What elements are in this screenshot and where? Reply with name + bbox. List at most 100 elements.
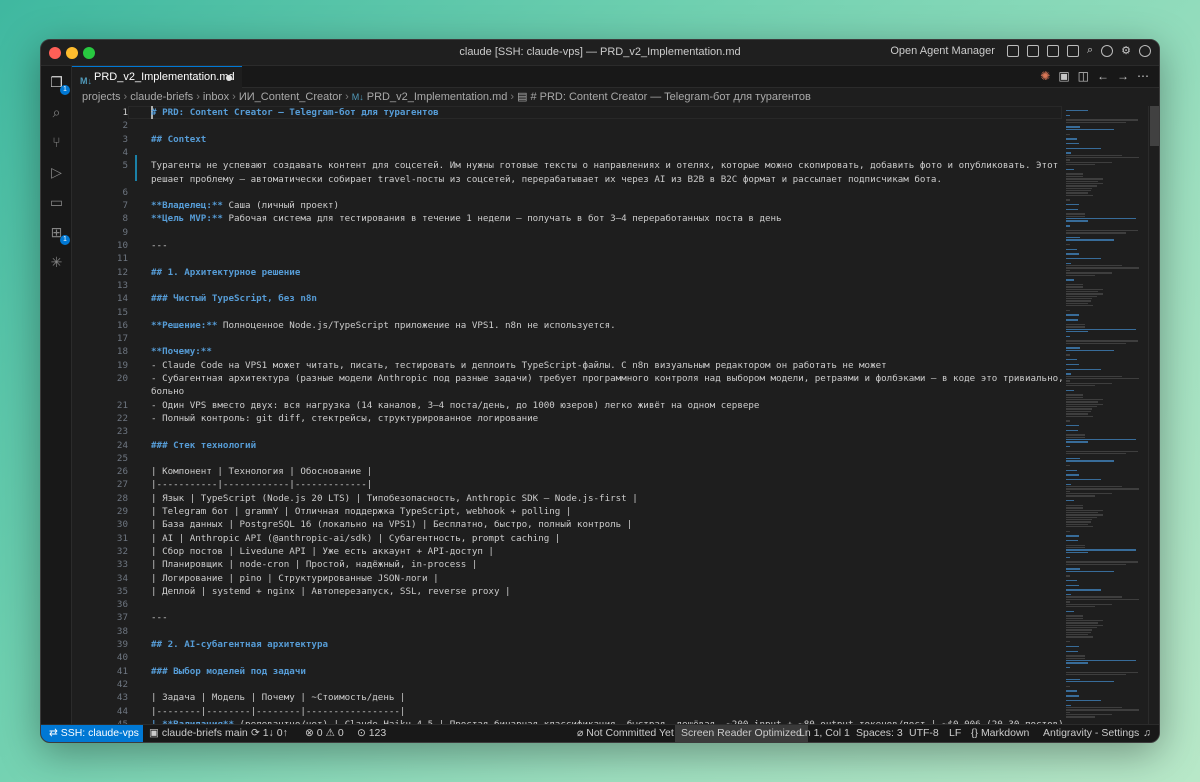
scrollbar-thumb[interactable] bbox=[1150, 106, 1159, 146]
line-number: 14 bbox=[116, 293, 128, 305]
breadcrumb-item[interactable]: claude-briefs bbox=[130, 91, 193, 103]
code-line[interactable] bbox=[151, 252, 1062, 265]
breadcrumb-item[interactable]: PRD_v2_Implementation.md bbox=[367, 91, 508, 103]
code-line[interactable]: ### Стек технологий bbox=[151, 439, 1062, 452]
gear-icon[interactable]: ⚙ bbox=[1121, 44, 1131, 57]
code-line[interactable]: | Telegram бот | grammY | Отличная подде… bbox=[151, 505, 1062, 518]
code-line[interactable]: ## 2. AI-субагентная архитектура bbox=[151, 638, 1062, 651]
account-icon[interactable] bbox=[1101, 44, 1114, 57]
code-line[interactable] bbox=[151, 119, 1062, 132]
minimap-line bbox=[1066, 286, 1083, 288]
code-line[interactable]: |-----------|------------|-------------| bbox=[151, 478, 1062, 491]
indentation-indicator[interactable]: Spaces: 3 bbox=[856, 725, 903, 742]
code-line[interactable]: - Один VPS вместо двух: вся нагрузка (14… bbox=[151, 399, 1062, 412]
notifications-icon[interactable]: ♫ bbox=[1143, 725, 1151, 742]
open-preview-icon[interactable]: ▣ bbox=[1058, 69, 1069, 83]
minimap-line bbox=[1066, 178, 1103, 180]
toggle-panel-icon[interactable] bbox=[1026, 44, 1039, 57]
ports-indicator[interactable]: ⊙ 123 bbox=[357, 725, 386, 742]
breadcrumb-item[interactable]: inbox bbox=[203, 91, 229, 103]
code-line[interactable] bbox=[151, 452, 1062, 465]
search-icon[interactable]: ⌕ bbox=[1087, 44, 1093, 57]
code-line[interactable]: --- bbox=[151, 611, 1062, 624]
go-back-icon[interactable]: ← bbox=[1097, 69, 1109, 83]
toggle-secondary-sidebar-icon[interactable] bbox=[1046, 44, 1059, 57]
code-line[interactable]: - Полный контроль: git diff, стектрейсы,… bbox=[151, 412, 1062, 425]
code-line[interactable]: | AI | Anthropic API (@anthropic-ai/sdk)… bbox=[151, 532, 1062, 545]
open-agent-manager-button[interactable]: Open Agent Manager bbox=[890, 45, 995, 57]
branch-indicator[interactable]: main bbox=[225, 725, 248, 742]
explorer-icon[interactable]: ❐ 1 bbox=[48, 74, 70, 95]
code-line[interactable]: --- bbox=[151, 239, 1062, 252]
code-line[interactable]: ## Context bbox=[151, 133, 1062, 146]
code-editor[interactable]: 1 2 3 4 5 6 7 8 9 10 11 12 13 14 15 16 17 18 19 20 21 22 23 24 2… bbox=[72, 106, 1062, 724]
breadcrumb-item[interactable]: projects bbox=[82, 91, 121, 103]
code-line[interactable] bbox=[151, 598, 1062, 611]
claude-spark-icon[interactable]: ✺ bbox=[1040, 69, 1050, 83]
code-line[interactable] bbox=[151, 186, 1062, 199]
breadcrumb-item[interactable]: ИИ_Content_Creator bbox=[239, 91, 342, 103]
code-line[interactable]: **Почему:** bbox=[151, 345, 1062, 358]
language-mode[interactable]: {} Markdown bbox=[971, 725, 1029, 742]
sync-indicator[interactable]: ⟳ 1↓ 0↑ bbox=[251, 725, 288, 742]
code-line[interactable]: | Язык | TypeScript (Node.js 20 LTS) | Т… bbox=[151, 492, 1062, 505]
code-line[interactable]: | База данных | PostgreSQL 16 (локально … bbox=[151, 518, 1062, 531]
code-line[interactable]: решает проблему — автоматически собирает… bbox=[151, 173, 1062, 186]
code-line[interactable]: ### Чистый TypeScript, без n8n bbox=[151, 292, 1062, 305]
profile-icon[interactable] bbox=[1139, 44, 1151, 57]
code-line[interactable] bbox=[151, 306, 1062, 319]
code-line[interactable] bbox=[151, 425, 1062, 438]
code-line[interactable]: | Задача | Модель | Почему | ~Стоимость/… bbox=[151, 691, 1062, 704]
encoding-indicator[interactable]: UTF-8 bbox=[909, 725, 939, 742]
code-line[interactable]: - Claude Code на VPS1 может читать, писа… bbox=[151, 359, 1062, 372]
claude-icon[interactable]: ✳ bbox=[48, 254, 65, 271]
minimap[interactable] bbox=[1062, 106, 1150, 724]
problems-indicator[interactable]: ⊗ 0 ⚠ 0 bbox=[305, 725, 344, 742]
code-line[interactable]: ### Выбор моделей под задачи bbox=[151, 665, 1062, 678]
run-debug-icon[interactable]: ▷ bbox=[48, 164, 65, 181]
code-line[interactable] bbox=[151, 146, 1062, 159]
code-line[interactable] bbox=[151, 651, 1062, 664]
extensions-icon[interactable]: ⊞ 1 bbox=[48, 224, 70, 245]
search-icon[interactable]: ⌕ bbox=[48, 104, 65, 121]
code-line[interactable]: | Компонент | Технология | Обоснование | bbox=[151, 465, 1062, 478]
code-line[interactable]: **Решение:** Полноценное Node.js/TypeScr… bbox=[151, 319, 1062, 332]
code-line[interactable]: | Логирование | pino | Структурированные… bbox=[151, 572, 1062, 585]
remote-indicator[interactable]: ⇄ SSH: claude-vps bbox=[41, 725, 143, 742]
code-line[interactable] bbox=[151, 625, 1062, 638]
code-line[interactable]: - Субагентная архитектура (разные модели… bbox=[151, 372, 1062, 385]
source-control-icon[interactable]: ⑂ bbox=[48, 134, 65, 151]
vertical-scrollbar[interactable] bbox=[1148, 106, 1159, 724]
code-line[interactable]: | Деплой | systemd + nginx | Автоперезап… bbox=[151, 585, 1062, 598]
code-line[interactable] bbox=[151, 279, 1062, 292]
sync-icon: ⟳ bbox=[251, 727, 263, 739]
minimap-line bbox=[1066, 518, 1093, 521]
unsaved-dot-icon[interactable] bbox=[226, 75, 232, 81]
code-line[interactable]: Турагенты не успевают создавать контент … bbox=[151, 159, 1062, 172]
toggle-sidebar-icon[interactable] bbox=[1006, 44, 1019, 57]
code-line[interactable]: | Сбор постов | Livedune API | Уже есть … bbox=[151, 545, 1062, 558]
code-line[interactable]: # PRD: Content Creator — Telegram-бот дл… bbox=[151, 106, 1062, 119]
code-line[interactable]: |--------|--------|--------|------------… bbox=[151, 705, 1062, 718]
blame-indicator[interactable]: ⌀ Not Committed Yet bbox=[577, 725, 674, 742]
eol-indicator[interactable]: LF bbox=[949, 725, 961, 742]
code-line[interactable]: **Цель MVP:** Рабочая система для тестир… bbox=[151, 212, 1062, 225]
cursor-position[interactable]: Ln 1, Col 1 bbox=[799, 725, 850, 742]
settings-indicator[interactable]: Antigravity - Settings bbox=[1043, 725, 1139, 742]
layout-icon[interactable] bbox=[1066, 44, 1079, 57]
code-line[interactable]: **Владелец:** Саша (личный проект) bbox=[151, 199, 1062, 212]
code-line[interactable] bbox=[151, 678, 1062, 691]
code-line[interactable] bbox=[151, 226, 1062, 239]
more-actions-icon[interactable]: ⋯ bbox=[1137, 69, 1149, 83]
code-line[interactable]: | Планировщик | node-cron | Простой, над… bbox=[151, 558, 1062, 571]
code-line[interactable]: ## 1. Архитектурное решение bbox=[151, 266, 1062, 279]
code-line[interactable]: больно bbox=[151, 385, 1062, 398]
go-forward-icon[interactable]: → bbox=[1117, 69, 1129, 83]
screen-reader-indicator[interactable]: Screen Reader Optimized bbox=[675, 725, 808, 742]
remote-explorer-icon[interactable]: ▭ bbox=[48, 194, 65, 211]
repo-indicator[interactable]: ▣ claude-briefs bbox=[149, 725, 222, 742]
split-editor-icon[interactable]: ◫ bbox=[1078, 69, 1089, 83]
breadcrumb-item[interactable]: # PRD: Content Creator — Telegram-бот дл… bbox=[530, 91, 810, 103]
code-line[interactable] bbox=[151, 332, 1062, 345]
tab-prd-v2-implementation[interactable]: M↓ PRD_v2_Implementation.md bbox=[72, 66, 242, 88]
